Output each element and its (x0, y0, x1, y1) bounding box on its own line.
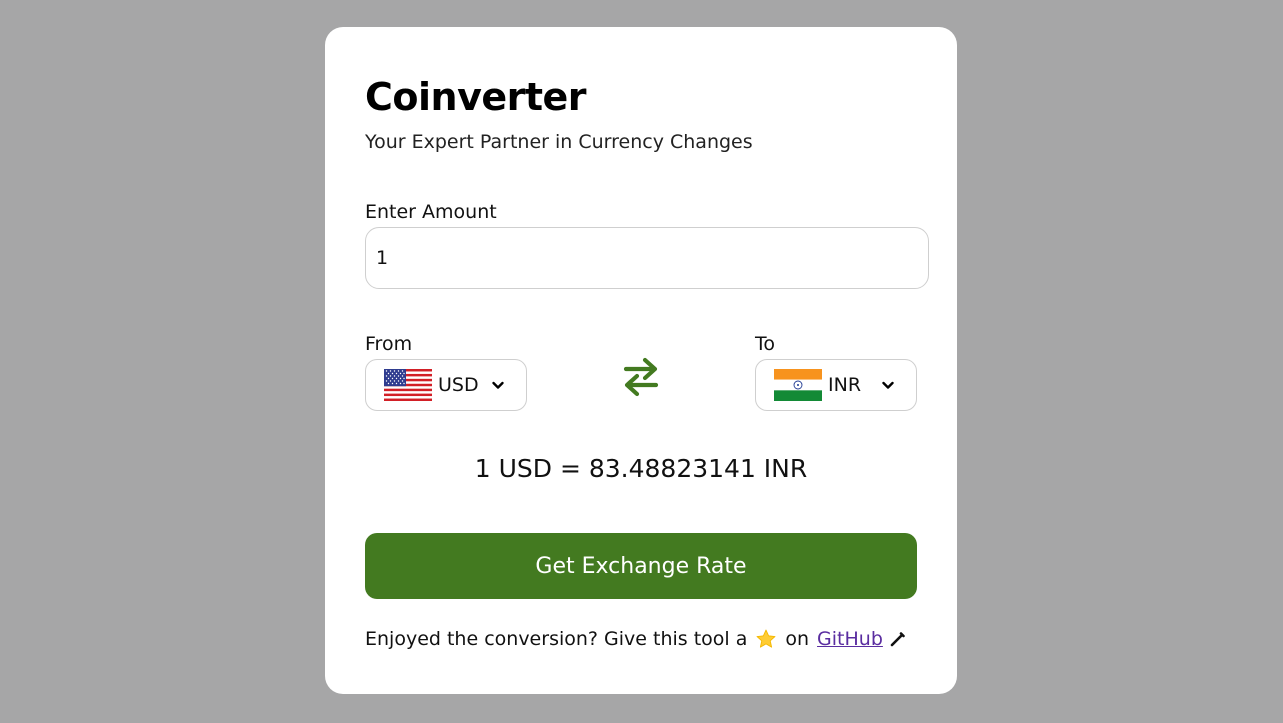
get-exchange-rate-button[interactable]: Get Exchange Rate (365, 533, 917, 599)
footer-note: Enjoyed the conversion? Give this tool a… (365, 625, 907, 653)
converter-card: Coinverter Your Expert Partner in Curren… (325, 27, 957, 694)
to-currency-code: INR (828, 374, 862, 396)
from-label: From (365, 333, 413, 355)
amount-input[interactable] (365, 227, 929, 289)
star-icon (756, 629, 776, 648)
exchange-result: 1 USD = 83.48823141 INR (474, 454, 808, 483)
to-label: To (755, 333, 776, 355)
app-title: Coinverter (365, 75, 587, 119)
github-link[interactable]: GitHub (817, 625, 883, 653)
from-currency-code: USD (438, 374, 479, 396)
us-flag-icon (384, 369, 432, 401)
app-subtitle: Your Expert Partner in Currency Changes (365, 131, 753, 153)
india-flag-icon (774, 369, 822, 401)
footer-on-text: on (785, 628, 810, 650)
chevron-down-icon (492, 381, 504, 389)
pencil-icon (890, 632, 905, 647)
from-currency-select[interactable]: USD (365, 359, 527, 411)
amount-label: Enter Amount (365, 201, 497, 223)
swap-arrows-icon[interactable] (622, 356, 660, 398)
to-currency-select[interactable]: INR (755, 359, 917, 411)
chevron-down-icon (882, 381, 894, 389)
footer-text: Enjoyed the conversion? Give this tool a (365, 628, 748, 650)
